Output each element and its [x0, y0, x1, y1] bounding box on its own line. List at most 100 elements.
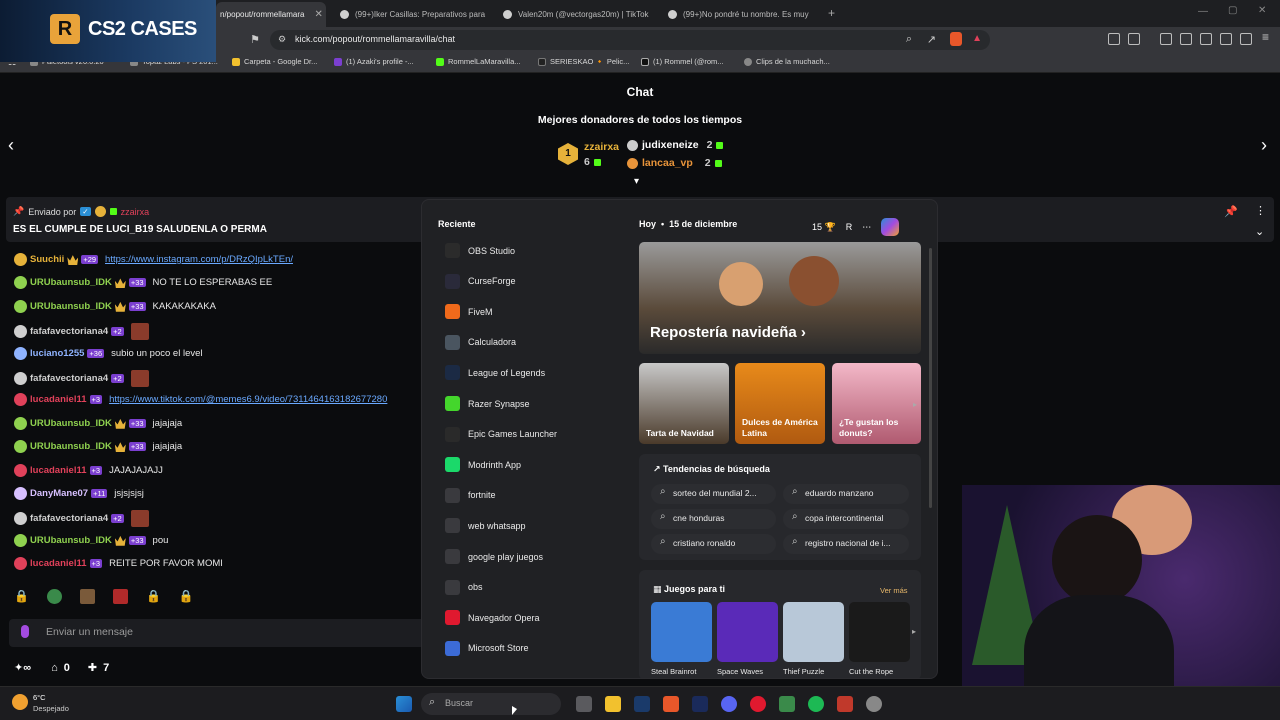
chat-username[interactable]: URUbaunsub_IDK	[30, 277, 112, 288]
emote-icon[interactable]	[112, 589, 128, 604]
address-bar[interactable]: ⚙ kick.com/popout/rommellamaravilla/chat…	[270, 30, 990, 50]
emote-icon[interactable]	[46, 589, 62, 604]
windows-start-icon[interactable]	[396, 696, 412, 712]
copilot-icon[interactable]	[881, 218, 900, 236]
lock-icon[interactable]: 🔒	[179, 589, 194, 604]
donor-third[interactable]: lancaa_vp 2	[627, 157, 722, 169]
extensions-icon[interactable]	[1108, 33, 1120, 45]
game-tile[interactable]	[849, 602, 910, 662]
start-app-item[interactable]: Microsoft Store	[445, 640, 529, 656]
trend-pill[interactable]: eduardo manzano	[783, 484, 909, 504]
rewards-points[interactable]: 15 🏆	[812, 222, 836, 233]
profile-avatar[interactable]: R	[846, 222, 853, 232]
minecraft-icon[interactable]	[779, 696, 795, 712]
scrollbar[interactable]	[929, 248, 932, 508]
discord-icon[interactable]	[721, 696, 737, 712]
bookmark-item[interactable]: SERIESKAO 🔸 Pelic...	[538, 57, 629, 66]
expand-icon[interactable]: ⌄	[1255, 225, 1264, 238]
chat-username[interactable]: URUbaunsub_IDK	[30, 418, 112, 429]
tile-card[interactable]: Tarta de Navidad	[639, 363, 729, 444]
gift-icon[interactable]: ✚	[88, 661, 97, 674]
media-icon[interactable]	[1160, 33, 1172, 45]
more-options-icon[interactable]: ⋮	[1255, 204, 1266, 217]
tile-card[interactable]: ¿Te gustan los donuts?	[832, 363, 921, 444]
spotify-icon[interactable]	[808, 696, 824, 712]
pinned-user[interactable]: zzairxa	[121, 207, 150, 217]
bookmark-item[interactable]: Carpeta - Google Dr...	[232, 57, 317, 66]
start-app-item[interactable]: FiveM	[445, 304, 493, 320]
hero-card[interactable]: Repostería navideña ›	[639, 242, 921, 354]
chat-username[interactable]: lucadaniel11	[30, 465, 87, 476]
chat-username[interactable]: URUbaunsub_IDK	[30, 301, 112, 312]
brave-rewards-icon[interactable]: ▲	[972, 33, 982, 44]
start-app-item[interactable]: Navegador Opera	[445, 610, 540, 626]
trend-pill[interactable]: cne honduras	[651, 509, 776, 529]
points-icon[interactable]: ✦∞	[14, 661, 31, 674]
tile-card[interactable]: Dulces de América Latina	[735, 363, 825, 444]
close-icon[interactable]: ✕	[314, 9, 322, 20]
emote-icon[interactable]	[79, 589, 95, 604]
lock-icon[interactable]: 🔒	[14, 589, 29, 604]
menu-icon[interactable]: ≡	[1262, 30, 1269, 44]
start-app-item[interactable]: Epic Games Launcher	[445, 426, 557, 442]
weather-icon[interactable]	[12, 694, 28, 710]
tab-valen[interactable]: Valen20m (@vectorgas20m) | TikTok	[503, 4, 663, 24]
sidebar-icon[interactable]	[1180, 33, 1192, 45]
donor-top[interactable]: zzairxa	[584, 141, 619, 153]
game-tile[interactable]	[783, 602, 844, 662]
photoshop-icon[interactable]	[692, 696, 708, 712]
tiles-next-icon[interactable]: ▸	[913, 400, 917, 409]
games-next-icon[interactable]: ▸	[912, 627, 916, 636]
site-info-icon[interactable]: ⚙	[278, 34, 286, 45]
tab-iker[interactable]: (99+)Iker Casillas: Preparativos para	[340, 4, 490, 24]
brave-shield-icon[interactable]	[950, 32, 962, 46]
brave-icon[interactable]	[663, 696, 679, 712]
shop-icon[interactable]: ⌂	[51, 662, 58, 674]
message-link[interactable]: https://www.tiktok.com/@memes6.9/video/7…	[109, 394, 387, 405]
chat-username[interactable]: fafafavectoriana4	[30, 373, 108, 384]
start-app-item[interactable]: fortnite	[445, 487, 496, 503]
leo-icon[interactable]	[1220, 33, 1232, 45]
chat-username[interactable]: fafafavectoriana4	[30, 326, 108, 337]
start-app-item[interactable]: obs	[445, 579, 483, 595]
taskbar-search[interactable]: ⌕ Buscar	[421, 693, 561, 715]
collapse-icon[interactable]: ▾	[634, 176, 639, 187]
trend-pill[interactable]: sorteo del mundial 2...	[651, 484, 776, 504]
bookmark-icon[interactable]: ⚑	[250, 33, 260, 46]
trend-pill[interactable]: copa intercontinental	[783, 509, 909, 529]
trend-pill[interactable]: registro nacional de i...	[783, 534, 909, 554]
bookmark-item[interactable]: RommelLaMaravilla...	[436, 57, 521, 66]
next-arrow-icon[interactable]: ›	[1261, 135, 1267, 156]
app-icon[interactable]	[866, 696, 882, 712]
trend-pill[interactable]: cristiano ronaldo	[651, 534, 776, 554]
weather-temp[interactable]: 6°C	[33, 693, 46, 702]
chat-username[interactable]: lucadaniel11	[30, 558, 87, 569]
more-icon[interactable]: ⋯	[862, 222, 871, 233]
chat-username[interactable]: URUbaunsub_IDK	[30, 441, 112, 452]
chat-username[interactable]: luciano1255	[30, 348, 84, 359]
start-app-item[interactable]: web whatsapp	[445, 518, 526, 534]
games-more-link[interactable]: Ver más	[880, 586, 908, 595]
start-app-item[interactable]: google play juegos	[445, 549, 543, 564]
close-window-icon[interactable]: ✕	[1258, 5, 1266, 16]
mic-icon[interactable]	[21, 625, 29, 638]
tab-kick-chat[interactable]: n/popout/rommellamara ✕	[216, 2, 326, 27]
bookmark-item[interactable]: (1) Rommel (@rom...	[641, 57, 724, 66]
message-input[interactable]: Enviar un mensaje	[9, 619, 429, 647]
chat-username[interactable]: DanyMane07	[30, 488, 88, 499]
tab-no-pondre[interactable]: (99+)No pondré tu nombre. Es muy	[668, 4, 813, 24]
valorant-icon[interactable]	[837, 696, 853, 712]
wallet-icon[interactable]	[1128, 33, 1140, 45]
game-tile[interactable]	[717, 602, 778, 662]
bookmark-item[interactable]: (1) Azaki's profile -...	[334, 57, 414, 66]
start-app-item[interactable]: Razer Synapse	[445, 396, 530, 411]
zoom-icon[interactable]: ⌕	[906, 33, 912, 46]
start-app-item[interactable]: Calculadora	[445, 334, 516, 350]
share-icon[interactable]: ↗	[927, 33, 936, 46]
game-tile[interactable]	[651, 602, 712, 662]
start-app-item[interactable]: League of Legends	[445, 365, 545, 381]
start-app-item[interactable]: CurseForge	[445, 273, 516, 289]
vpn-icon[interactable]	[1240, 33, 1252, 45]
opera-icon[interactable]	[750, 696, 766, 712]
chat-username[interactable]: URUbaunsub_IDK	[30, 535, 112, 546]
